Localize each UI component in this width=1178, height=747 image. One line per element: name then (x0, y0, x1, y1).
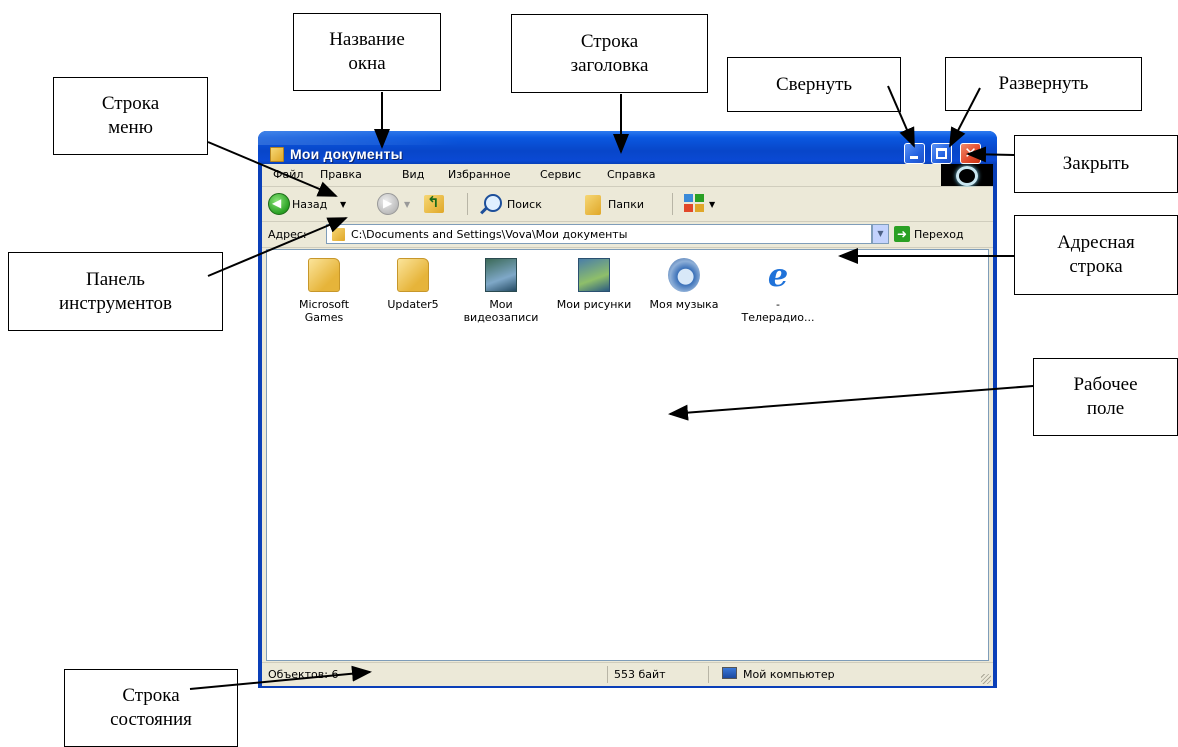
arrow-close (966, 146, 1015, 163)
callout-arrows (189, 85, 1034, 690)
arrow-maximize (949, 87, 981, 148)
arrow-workspace (668, 385, 1034, 421)
arrow-menu-bar (207, 141, 338, 197)
arrow-status-bar (189, 665, 372, 690)
arrow-toolbar (207, 217, 348, 277)
arrow-minimize (887, 85, 915, 148)
